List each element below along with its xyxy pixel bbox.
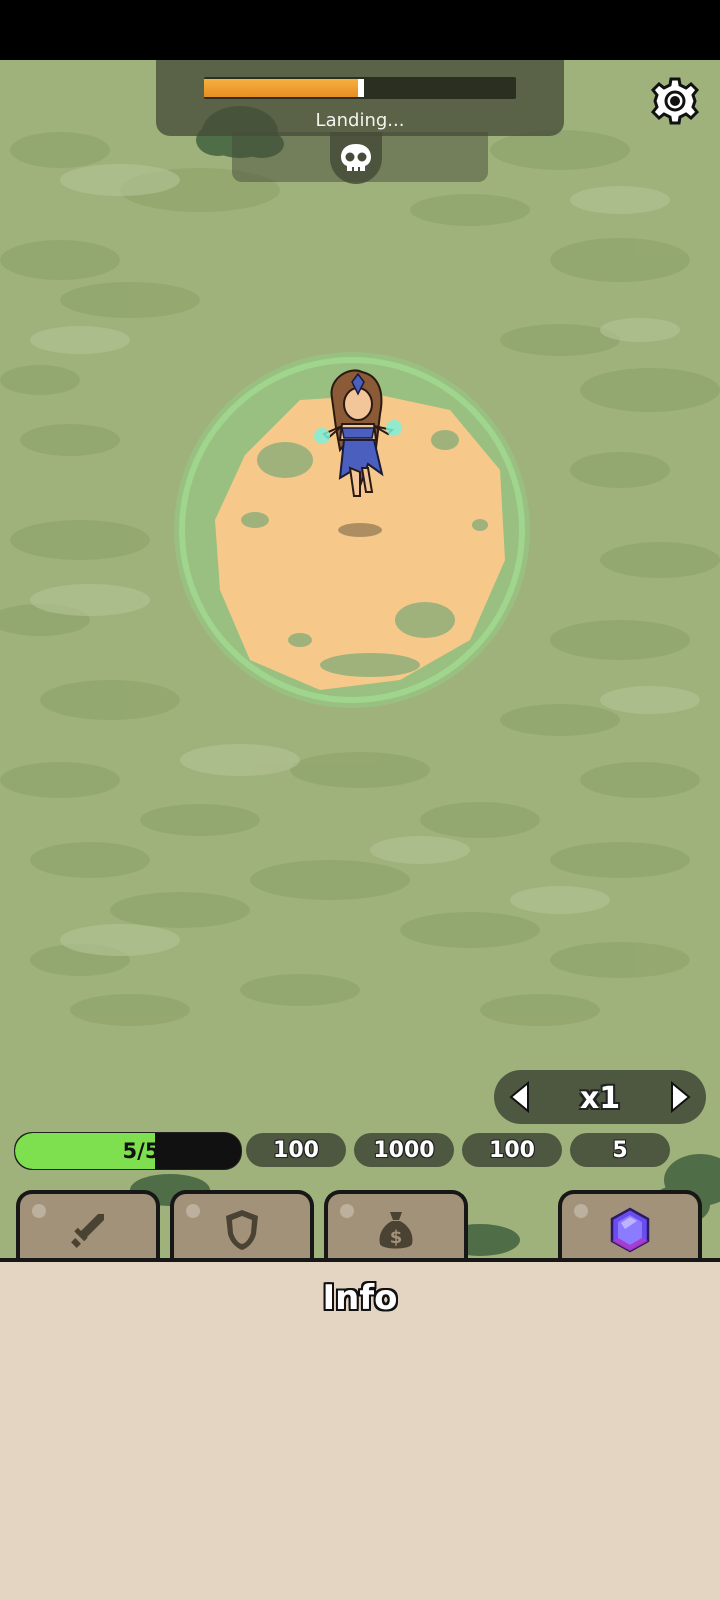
shield-icon — [226, 1210, 258, 1250]
speed-decrease-button[interactable] — [494, 1070, 544, 1124]
money-bag-icon: $ — [379, 1212, 413, 1249]
tab-defense[interactable] — [170, 1190, 314, 1262]
settings-button[interactable] — [650, 76, 700, 126]
stat-gold: 5 — [570, 1133, 670, 1167]
wave-progress-marker — [358, 79, 364, 97]
wave-progress-fill — [204, 79, 358, 97]
tab-attack[interactable] — [16, 1190, 160, 1262]
gear-icon — [650, 77, 700, 125]
wave-progress-bar — [204, 77, 516, 99]
skull-icon — [341, 144, 371, 171]
arrow-right-icon — [671, 1081, 691, 1113]
stat-health: 1000 — [354, 1133, 454, 1167]
gem-icon — [610, 1207, 650, 1253]
info-panel: Info — [0, 1258, 720, 1600]
svg-text:$: $ — [390, 1227, 403, 1248]
hero-character[interactable] — [310, 368, 410, 538]
arrow-left-icon — [509, 1081, 529, 1113]
hero-hp-bar: 5/5 — [14, 1132, 242, 1170]
tab-gems[interactable] — [558, 1190, 702, 1262]
info-title: Info — [322, 1278, 398, 1318]
sword-icon — [71, 1214, 104, 1248]
sorceress-hero — [314, 369, 402, 497]
speed-increase-button[interactable] — [656, 1070, 706, 1124]
speed-value: x1 — [579, 1081, 621, 1116]
hp-text: 5/5 — [122, 1139, 160, 1163]
stat-defense: 100 — [462, 1133, 562, 1167]
status-bar — [0, 0, 720, 60]
boss-skull-badge — [330, 132, 382, 184]
stat-attack: 100 — [246, 1133, 346, 1167]
wave-status-text: Landing... — [315, 110, 405, 131]
game-speed-control: x1 — [494, 1070, 706, 1124]
tab-economy[interactable]: $ — [324, 1190, 468, 1262]
